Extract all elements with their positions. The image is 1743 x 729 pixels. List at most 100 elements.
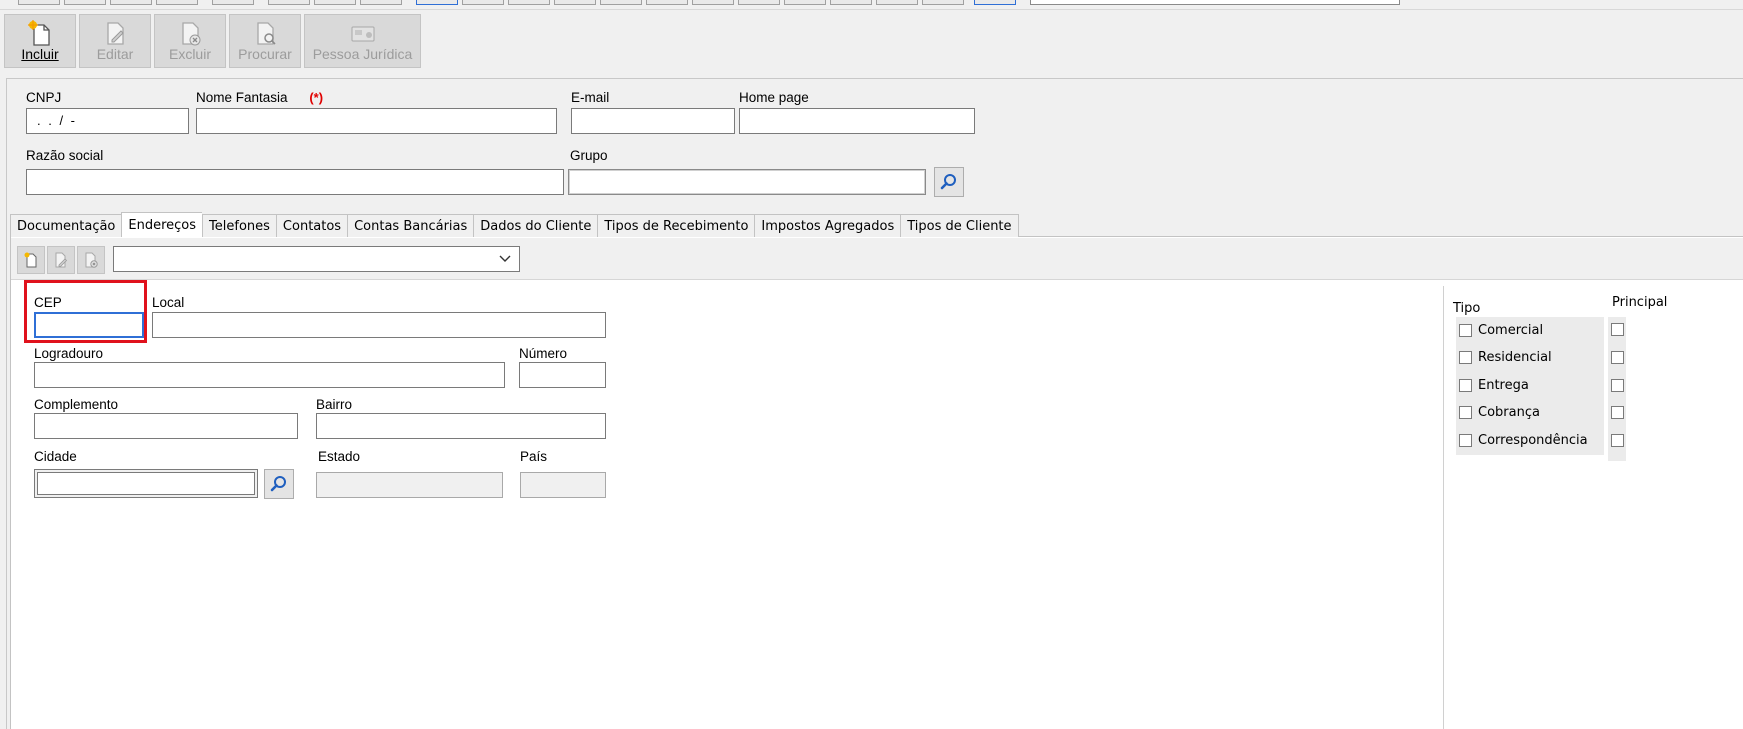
logradouro-label: Logradouro xyxy=(34,346,104,361)
grupo-label: Grupo xyxy=(570,148,608,163)
magnifier-icon xyxy=(270,476,286,492)
cidade-search-button[interactable] xyxy=(264,469,294,499)
strip-button[interactable] xyxy=(18,0,60,5)
tipo-comercial-checkbox[interactable] xyxy=(1459,324,1472,337)
strip-button[interactable] xyxy=(922,0,964,5)
add-address-button[interactable] xyxy=(17,246,45,274)
nome-fantasia-text: Nome Fantasia xyxy=(196,90,288,105)
estado-label: Estado xyxy=(318,449,361,464)
estado-input[interactable] xyxy=(316,472,503,498)
principal-entrega-checkbox[interactable] xyxy=(1611,379,1624,392)
principal-correspondencia-checkbox[interactable] xyxy=(1611,434,1624,447)
cep-highlight-box xyxy=(24,280,147,343)
cidade-input[interactable] xyxy=(34,469,258,498)
delete-document-icon xyxy=(182,22,201,46)
editar-button[interactable]: Editar xyxy=(79,14,151,68)
edit-document-icon xyxy=(107,22,124,45)
top-search-field[interactable] xyxy=(1030,0,1400,5)
tipo-cobranca-checkbox[interactable] xyxy=(1459,406,1472,419)
strip-button[interactable] xyxy=(156,0,198,5)
tab-enderecos[interactable]: Endereços xyxy=(121,212,203,237)
grupo-input[interactable] xyxy=(568,169,926,195)
tipo-comercial-label: Comercial xyxy=(1478,323,1544,338)
pais-input[interactable] xyxy=(520,472,606,498)
principal-cobranca-checkbox[interactable] xyxy=(1611,406,1624,419)
strip-button[interactable] xyxy=(360,0,402,5)
address-select[interactable] xyxy=(113,246,520,272)
required-mark: (*) xyxy=(309,90,324,105)
new-document-icon xyxy=(28,20,50,46)
excluir-label: Excluir xyxy=(168,46,211,62)
principal-residencial-checkbox[interactable] xyxy=(1611,351,1624,364)
incluir-label: Incluir xyxy=(21,46,59,62)
strip-button[interactable] xyxy=(876,0,918,5)
cidade-label: Cidade xyxy=(34,449,77,464)
tab-dados-do-cliente[interactable]: Dados do Cliente xyxy=(473,214,598,237)
tipo-correspondencia-label: Correspondência xyxy=(1478,433,1588,448)
home-page-input[interactable] xyxy=(739,108,975,134)
tab-contas-bancarias[interactable]: Contas Bancárias xyxy=(347,214,474,237)
numero-input[interactable] xyxy=(519,362,606,388)
magnifier-icon xyxy=(940,174,956,190)
cnpj-label: CNPJ xyxy=(26,90,62,105)
strip-button[interactable] xyxy=(314,0,356,5)
strip-button[interactable] xyxy=(738,0,780,5)
strip-button[interactable] xyxy=(212,0,254,5)
procurar-button[interactable]: Procurar xyxy=(229,14,301,68)
principal-header: Principal xyxy=(1612,295,1668,310)
tab-telefones[interactable]: Telefones xyxy=(202,214,276,237)
strip-button[interactable] xyxy=(64,0,106,5)
email-input[interactable] xyxy=(571,108,735,134)
tipo-entrega-checkbox[interactable] xyxy=(1459,379,1472,392)
strip-button[interactable] xyxy=(416,0,458,5)
pessoa-juridica-button[interactable]: Pessoa Jurídica xyxy=(304,14,421,68)
principal-comercial-checkbox[interactable] xyxy=(1611,323,1624,336)
strip-button[interactable] xyxy=(462,0,504,5)
nome-fantasia-input[interactable] xyxy=(196,108,557,134)
pessoa-juridica-label: Pessoa Jurídica xyxy=(312,46,413,62)
strip-button[interactable] xyxy=(646,0,688,5)
strip-button[interactable] xyxy=(784,0,826,5)
bairro-input[interactable] xyxy=(316,413,606,439)
delete-address-button[interactable] xyxy=(77,246,105,274)
strip-button[interactable] xyxy=(974,0,1016,5)
razao-social-input[interactable] xyxy=(26,169,564,195)
complemento-label: Complemento xyxy=(34,397,119,412)
incluir-button[interactable]: Incluir xyxy=(4,14,76,68)
logradouro-input[interactable] xyxy=(34,362,505,388)
editar-label: Editar xyxy=(96,46,134,62)
top-toolbar-strip xyxy=(0,0,1743,10)
strip-button[interactable] xyxy=(692,0,734,5)
cnpj-mask: . . / - xyxy=(37,113,77,128)
local-input[interactable] xyxy=(152,312,606,338)
tab-impostos-agregados[interactable]: Impostos Agregados xyxy=(754,214,901,237)
excluir-button[interactable]: Excluir xyxy=(154,14,226,68)
edit-document-icon xyxy=(55,252,68,268)
email-label: E-mail xyxy=(571,90,610,105)
company-card-icon xyxy=(351,26,374,42)
tab-tipos-de-cliente[interactable]: Tipos de Cliente xyxy=(900,214,1019,237)
strip-button[interactable] xyxy=(268,0,310,5)
delete-document-icon xyxy=(85,252,98,268)
cnpj-input[interactable]: . . / - xyxy=(26,108,189,134)
tipo-residencial-label: Residencial xyxy=(1478,350,1552,365)
strip-button[interactable] xyxy=(600,0,642,5)
strip-button[interactable] xyxy=(110,0,152,5)
grupo-search-button[interactable] xyxy=(934,167,964,197)
tab-contatos[interactable]: Contatos xyxy=(275,214,348,237)
strip-button[interactable] xyxy=(508,0,550,5)
complemento-input[interactable] xyxy=(34,413,298,439)
tipo-correspondencia-checkbox[interactable] xyxy=(1459,434,1472,447)
strip-button[interactable] xyxy=(554,0,596,5)
tipo-residencial-checkbox[interactable] xyxy=(1459,351,1472,364)
pais-label: País xyxy=(520,449,548,464)
tipo-entrega-label: Entrega xyxy=(1478,378,1529,393)
strip-button[interactable] xyxy=(830,0,872,5)
chevron-down-icon xyxy=(499,255,511,262)
tab-documentacao[interactable]: Documentação xyxy=(10,214,122,237)
home-page-label: Home page xyxy=(739,90,809,105)
tab-tipos-de-recebimento[interactable]: Tipos de Recebimento xyxy=(597,214,755,237)
tipo-header: Tipo xyxy=(1453,301,1481,316)
new-document-icon xyxy=(24,252,37,268)
edit-address-button[interactable] xyxy=(47,246,75,274)
